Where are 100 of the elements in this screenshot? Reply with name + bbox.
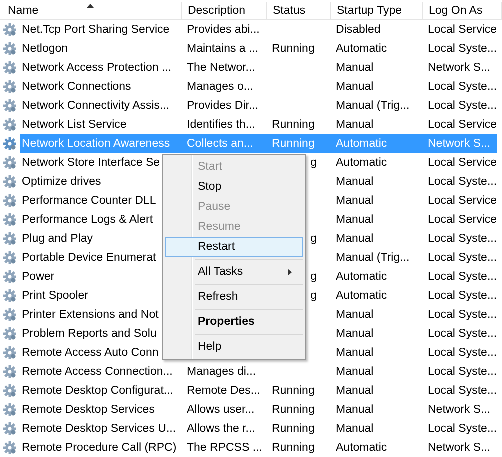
gear-icon [3, 60, 17, 74]
table-cell: Local Syste... [428, 328, 498, 340]
table-cell: Manual [336, 214, 374, 226]
table-cell: Manual (Trig... [336, 252, 410, 264]
table-cell: Manual [336, 384, 374, 396]
table-cell: Network S... [428, 138, 491, 150]
table-cell: Manual [336, 232, 374, 244]
table-cell: Local Syste... [428, 100, 498, 112]
table-cell: Local Syste... [428, 42, 498, 54]
table-cell: Remote Access Connection... [22, 366, 173, 378]
table-cell: Network Access Protection ... [22, 62, 172, 74]
table-cell: Running [272, 42, 315, 54]
table-cell: Remote Access Auto Conn [22, 346, 159, 358]
gear-icon [3, 270, 17, 284]
table-cell: Local Service [428, 156, 498, 168]
table-cell: Manual [336, 346, 374, 358]
table-cell: Automatic [336, 156, 388, 168]
table-cell: Remote Desktop Services U... [22, 422, 176, 434]
table-cell: Manual [336, 404, 374, 416]
table-cell: Network Location Awareness [22, 138, 170, 150]
table-cell: Local Service [428, 214, 498, 226]
menu-item[interactable]: Restart [165, 237, 303, 257]
gear-icon [3, 288, 17, 302]
gear-icon [3, 440, 17, 454]
menu-item[interactable]: Refresh [165, 287, 303, 307]
table-cell: Network S... [428, 62, 491, 74]
table-cell: g [310, 270, 317, 282]
table-cell: Performance Counter DLL [22, 194, 156, 206]
table-cell: Allows the r... [187, 422, 256, 434]
table-cell: Local Syste... [428, 80, 498, 92]
table-cell: Running [272, 118, 315, 130]
gear-icon [3, 384, 17, 398]
table-cell: Manual [336, 366, 374, 378]
table-cell: Running [272, 442, 315, 454]
table-cell: Network List Service [22, 118, 127, 130]
table-cell: Allows user... [187, 404, 255, 416]
table-cell: Identifies th... [187, 118, 256, 130]
table-cell: Manual (Trig... [336, 100, 410, 112]
table-cell: Maintains a ... [187, 42, 259, 54]
gear-icon [3, 42, 17, 56]
table-cell: Network Connectivity Assis... [22, 100, 170, 112]
table-cell: Manual [336, 118, 374, 130]
table-cell: g [310, 232, 317, 244]
column-header[interactable]: Description [182, 2, 267, 19]
table-cell: Local Syste... [428, 176, 498, 188]
table-cell: Local Syste... [428, 366, 498, 378]
column-header[interactable]: Log On As [423, 2, 502, 19]
table-cell: Manual [336, 422, 374, 434]
gear-icon [3, 118, 17, 132]
table-cell: Network Store Interface Se [22, 156, 160, 168]
column-header[interactable]: Startup Type [331, 2, 423, 19]
table-cell: Local Service [428, 24, 498, 36]
menu-item[interactable]: Properties [165, 312, 303, 332]
gear-icon [3, 346, 17, 360]
table-cell: Local Syste... [428, 346, 498, 358]
table-cell: Optimize drives [22, 176, 102, 188]
gear-icon [3, 80, 17, 94]
table-cell: Running [272, 404, 315, 416]
gear-icon [3, 250, 17, 264]
table-cell: Collects an... [187, 138, 254, 150]
gear-icon [3, 136, 17, 150]
table-cell: Local Service [428, 118, 498, 130]
table-cell: Manual [336, 328, 374, 340]
table-cell: Print Spooler [22, 290, 88, 302]
table-cell: g [310, 156, 317, 168]
table-cell: Local Syste... [428, 232, 498, 244]
table-cell: Remote Desktop Services [22, 404, 155, 416]
table-cell: Power [22, 270, 55, 282]
menu-item[interactable]: Help [165, 337, 303, 357]
gear-icon [3, 364, 17, 378]
column-header[interactable]: Name [0, 2, 182, 19]
table-cell: Local Syste... [428, 422, 498, 434]
table-cell: Running [272, 138, 315, 150]
menu-item[interactable]: Stop [165, 177, 303, 197]
gear-icon [3, 232, 17, 246]
table-cell: Running [272, 422, 315, 434]
menu-item[interactable]: All Tasks [165, 262, 303, 282]
column-header[interactable]: Status [267, 2, 331, 19]
table-cell: Network S... [428, 404, 491, 416]
table-cell: Printer Extensions and Not [22, 308, 159, 320]
table-cell: Manages di... [187, 366, 256, 378]
table-cell: Net.Tcp Port Sharing Service [22, 24, 170, 36]
gear-icon [3, 174, 17, 188]
table-cell: Plug and Play [22, 232, 93, 244]
table-cell: Provides abi... [187, 24, 260, 36]
table-cell: Problem Reports and Solu [22, 328, 157, 340]
table-cell: Local Syste... [428, 290, 498, 302]
table-cell: Manual [336, 80, 374, 92]
table-cell: Manages o... [187, 80, 254, 92]
table-cell: The RPCSS ... [187, 442, 262, 454]
table-cell: Running [272, 384, 315, 396]
table-cell: Local Syste... [428, 308, 498, 320]
gear-icon [3, 402, 17, 416]
table-cell: Automatic [336, 42, 388, 54]
table-cell: Remote Des... [187, 384, 260, 396]
table-cell: Automatic [336, 442, 388, 454]
table-cell: Disabled [336, 24, 381, 36]
table-cell: Provides Dir... [187, 100, 259, 112]
table-cell: Performance Logs & Alert [22, 214, 154, 226]
gear-icon [3, 156, 17, 170]
